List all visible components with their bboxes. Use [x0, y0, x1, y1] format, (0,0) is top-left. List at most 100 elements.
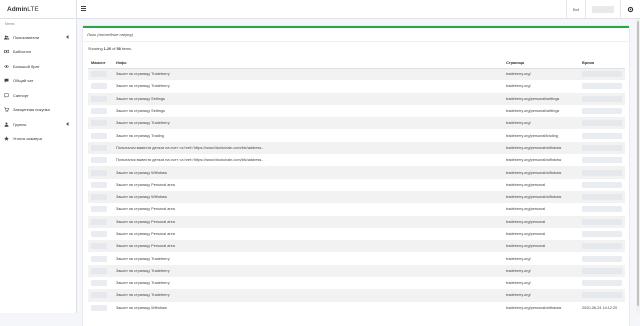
mamont-cell[interactable] — [88, 302, 113, 314]
col-info[interactable]: Инфо — [113, 58, 503, 69]
table-row[interactable]: Попытался вывести деньги на счет <a href… — [88, 141, 625, 155]
settings-button[interactable] — [620, 0, 640, 19]
time-cell — [579, 203, 625, 215]
mamont-cell[interactable] — [88, 277, 113, 289]
time-cell — [579, 105, 625, 117]
mamont-cell[interactable] — [88, 228, 113, 240]
blurred-value — [91, 267, 107, 274]
table-row[interactable]: Зашел на страницу Withdraw tradeberry.org… — [88, 166, 625, 179]
time-cell — [579, 289, 625, 302]
info-cell: Зашел на страницу Personal area — [113, 240, 503, 253]
col-time[interactable]: Время — [579, 58, 625, 69]
blurred-value — [91, 120, 107, 127]
page-cell: tradeberry.org/ — [506, 84, 531, 89]
table-row[interactable]: Зашел на страницу Personal area tradeberr… — [88, 228, 625, 240]
blurred-value — [582, 71, 622, 78]
blurred-value — [91, 108, 107, 115]
sidebar-item-0[interactable]: Пользователи — [0, 30, 76, 45]
time-cell — [579, 215, 625, 228]
table-row[interactable]: Зашел на страницу Tradeberry tradeberry.o… — [88, 289, 625, 302]
info-cell: Попытался вывести деньги на счет <a href… — [113, 141, 503, 155]
sidebar-item-3[interactable]: Общий чат — [0, 74, 76, 89]
mamont-cell[interactable] — [88, 264, 113, 278]
mamont-cell[interactable] — [88, 240, 113, 253]
group-icon — [4, 122, 9, 127]
mamont-cell[interactable] — [88, 179, 113, 191]
mamont-cell[interactable] — [88, 215, 113, 228]
sidebar-item-4[interactable]: Саппорт — [0, 88, 76, 103]
user-menu[interactable] — [585, 0, 620, 19]
mamont-cell[interactable] — [88, 203, 113, 215]
mamont-cell[interactable] — [88, 289, 113, 302]
page-cell: tradeberry.org/personal/trading — [506, 133, 558, 138]
mamont-cell[interactable] — [88, 105, 113, 117]
sidebar-item-label: Большой брат — [13, 63, 40, 69]
sidebar-item-1[interactable]: Бабоснон — [0, 45, 76, 60]
time-cell — [579, 264, 625, 278]
table-row[interactable]: Зашел на страницу Tradeberry tradeberry.o… — [88, 277, 625, 289]
table-row[interactable]: Зашел на страницу Personal area tradeberr… — [88, 215, 625, 228]
sidebar-item-6[interactable]: Группы — [0, 117, 76, 132]
table-row[interactable]: Зашел на страницу Personal area tradeberr… — [88, 179, 625, 191]
info-cell: Зашел на страницу Tradeberry — [113, 117, 503, 130]
mamont-cell[interactable] — [88, 117, 113, 130]
info-cell: Зашел на страницу Personal area — [113, 215, 503, 228]
mamont-cell[interactable] — [88, 68, 113, 81]
blurred-value — [582, 95, 622, 102]
mamont-cell[interactable] — [88, 154, 113, 166]
page-cell: tradeberry.org/personal — [503, 215, 579, 228]
info-cell: Зашел на страницу Tradeberry — [116, 84, 170, 89]
chevron-left-icon[interactable] — [66, 122, 69, 126]
time-cell — [579, 190, 625, 204]
top-navbar: Admin LTE Bot — [0, 0, 640, 19]
table-row[interactable]: Попытался вывести деньги на счет <a href… — [88, 154, 625, 166]
blurred-value — [91, 218, 107, 225]
page-cell: tradeberry.org/personal/settings — [503, 92, 579, 105]
table-row[interactable]: Зашел на страницу Settings tradeberry.org… — [88, 105, 625, 117]
mamont-cell[interactable] — [88, 166, 113, 179]
table-row[interactable]: Зашел на страницу Trading tradeberry.org/… — [88, 129, 625, 141]
info-cell: Зашел на страницу Personal area — [116, 207, 175, 212]
col-mamont[interactable]: Мамонт — [88, 58, 113, 69]
time-cell — [579, 166, 625, 179]
table-row[interactable]: Зашел на страницу Tradeberry tradeberry.o… — [88, 80, 625, 92]
table-row[interactable]: Зашел на страницу Withdraw tradeberry.org… — [88, 190, 625, 204]
chat-icon — [4, 78, 9, 83]
mamont-cell[interactable] — [88, 190, 113, 204]
table-row[interactable]: Зашел на страницу Tradeberry tradeberry.o… — [88, 264, 625, 278]
scrollbar-thumb[interactable] — [637, 21, 639, 306]
table-row[interactable]: Зашел на страницу Personal area tradeberr… — [88, 240, 625, 253]
mamont-cell[interactable] — [88, 141, 113, 155]
info-cell: Зашел на страницу Withdraw — [113, 166, 503, 179]
mamont-cell[interactable] — [88, 80, 113, 92]
page-scrollbar[interactable] — [636, 19, 640, 313]
col-page[interactable]: Страница — [503, 58, 579, 69]
bot-link[interactable]: Bot — [565, 0, 585, 19]
blurred-value — [582, 218, 622, 225]
page-cell: tradeberry.org/personal/withdraw — [506, 158, 562, 163]
page-cell: tradeberry.org/ — [506, 281, 531, 286]
table-row[interactable]: Зашел на страницу Personal area tradeberr… — [88, 203, 625, 215]
sidebar-item-5[interactable]: Заещенная покупка — [0, 103, 76, 118]
table-row[interactable]: Зашел на страницу Settings tradeberry.org… — [88, 92, 625, 105]
menu-toggle-icon[interactable] — [81, 6, 86, 11]
table-row[interactable]: Зашел на страницу Tradeberry tradeberry.o… — [88, 252, 625, 264]
time-cell — [579, 117, 625, 130]
mamont-cell[interactable] — [88, 92, 113, 105]
table-row[interactable]: Зашел на страницу Tradeberry tradeberry.o… — [88, 68, 625, 81]
time-cell: 2020-06-24 14:12:20 — [582, 305, 618, 310]
blurred-value — [91, 132, 107, 139]
table-row[interactable]: Зашел на страницу Tradeberry tradeberry.o… — [88, 117, 625, 130]
table-row[interactable]: Зашел на страницу Withdraw tradeberry.org… — [88, 302, 625, 314]
info-cell: Попытался вывести деньги на счет <a href… — [116, 158, 265, 163]
blurred-value — [582, 181, 622, 188]
sidebar-item-7[interactable]: Уголок скамера — [0, 132, 76, 147]
sidebar-item-label: Бабоснон — [13, 49, 32, 55]
mamont-cell[interactable] — [88, 252, 113, 264]
sidebar-item-2[interactable]: Большой брат — [0, 59, 76, 74]
blurred-value — [91, 243, 107, 250]
brand-logo[interactable]: Admin LTE — [0, 0, 77, 19]
sidebar-item-label: Пользователи — [13, 34, 40, 40]
chevron-left-icon[interactable] — [66, 35, 69, 39]
mamont-cell[interactable] — [88, 129, 113, 141]
